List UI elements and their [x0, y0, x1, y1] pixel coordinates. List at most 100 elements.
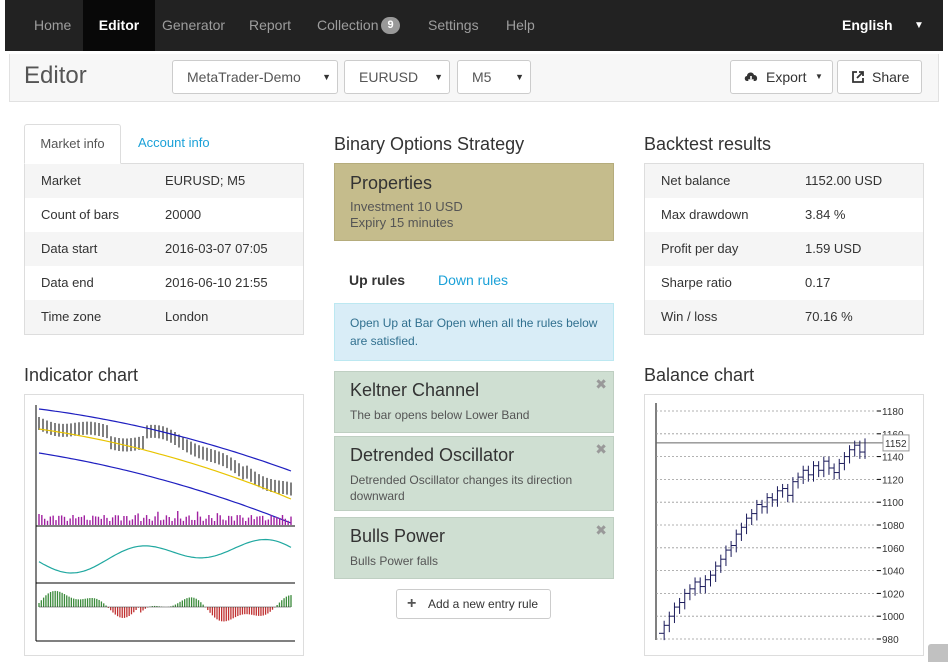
row-value: 2016-06-10 21:55	[165, 275, 268, 290]
rule-card-keltner-channel[interactable]: Keltner Channel The bar opens below Lowe…	[334, 371, 614, 433]
table-row: Max drawdown 3.84 %	[645, 198, 923, 232]
row-value: 20000	[165, 207, 202, 222]
row-value: 2016-03-07 07:05	[165, 241, 268, 256]
rule-card-bulls-power[interactable]: Bulls Power Bulls Power falls ✖	[334, 517, 614, 579]
y-tick-label: 1040	[882, 567, 905, 578]
y-tick-label: 1100	[882, 498, 904, 509]
balance-chart-canvas: 1180116011401120110010801060104010201000…	[655, 403, 910, 646]
rule-title: Detrended Oscillator	[350, 445, 515, 465]
nav-collection-label: Collection	[317, 17, 379, 33]
plus-icon: +	[407, 595, 417, 612]
y-tick-label: 1120	[882, 475, 904, 486]
table-row: Time zone London	[25, 300, 303, 334]
nav-settings[interactable]: Settings	[428, 0, 479, 51]
row-value: 3.84 %	[805, 207, 846, 222]
row-value: 1.59 USD	[805, 241, 862, 256]
row-key: Sharpe ratio	[661, 275, 732, 290]
nav-collection[interactable]: Collection 9	[317, 0, 400, 51]
share-label: Share	[872, 69, 910, 85]
nav-generator[interactable]: Generator	[162, 0, 225, 51]
y-tick-label: 1000	[882, 612, 905, 623]
table-row: Data start 2016-03-07 07:05	[25, 232, 303, 266]
nav-editor[interactable]: Editor	[83, 0, 155, 51]
tab-market-info[interactable]: Market info	[24, 124, 121, 164]
tab-up-rules[interactable]: Up rules	[349, 272, 405, 288]
nav-help[interactable]: Help	[506, 0, 535, 51]
add-entry-rule-label: Add a new entry rule	[428, 597, 539, 611]
period-select-value: M5	[472, 69, 492, 85]
row-value: EURUSD; M5	[165, 173, 246, 188]
share-icon	[852, 71, 864, 83]
collection-count-badge: 9	[381, 16, 400, 34]
rule-title: Keltner Channel	[350, 380, 480, 400]
row-value: 1152.00 USD	[805, 173, 883, 188]
table-row: Data end 2016-06-10 21:55	[25, 266, 303, 300]
rule-description: Detrended Oscillator changes its directi…	[350, 473, 573, 503]
share-button[interactable]: Share	[837, 60, 922, 94]
row-value: London	[165, 309, 209, 324]
period-select[interactable]: M5 ▼	[457, 60, 531, 94]
y-tick-label: 1060	[882, 544, 905, 555]
chevron-down-icon: ▼	[434, 72, 443, 82]
balance-gridlines	[656, 410, 877, 640]
balance-series	[659, 438, 866, 641]
row-key: Profit per day	[661, 241, 739, 256]
y-tick-label: 1080	[882, 521, 905, 532]
indicator-chart[interactable]	[24, 394, 304, 656]
language-selector[interactable]: English	[842, 0, 893, 51]
chevron-down-icon[interactable]: ▼	[914, 0, 924, 51]
row-key: Max drawdown	[661, 207, 749, 222]
close-icon[interactable]: ✖	[595, 522, 607, 539]
table-row: Win / loss 70.16 %	[645, 300, 923, 334]
row-value: 0.17	[805, 275, 831, 290]
rule-title: Bulls Power	[350, 526, 446, 546]
expiry-text: Expiry 15 minutes	[350, 215, 454, 230]
lower-band-line	[38, 452, 292, 524]
table-row: Profit per day 1.59 USD	[645, 232, 923, 266]
server-select[interactable]: MetaTrader-Demo ▼	[172, 60, 338, 94]
properties-panel[interactable]: Properties Investment 10 USD Expiry 15 m…	[334, 163, 614, 241]
table-row: Sharpe ratio 0.17	[645, 266, 923, 300]
scroll-to-top-handle[interactable]	[928, 644, 948, 662]
y-tick-label: 980	[882, 635, 899, 646]
chevron-down-icon: ▼	[322, 72, 331, 82]
close-icon[interactable]: ✖	[595, 376, 607, 393]
row-key: Win / loss	[661, 309, 718, 324]
upper-band-line	[38, 408, 292, 472]
row-key: Time zone	[41, 309, 102, 324]
table-row: Market EURUSD; M5	[25, 164, 303, 198]
rule-card-detrended-oscillator[interactable]: Detrended Oscillator Detrended Oscillato…	[334, 436, 614, 511]
row-value: 70.16 %	[805, 309, 853, 324]
row-key: Data start	[41, 241, 98, 256]
balance-chart[interactable]: 1180116011401120110010801060104010201000…	[644, 394, 924, 656]
symbol-select[interactable]: EURUSD ▼	[344, 60, 450, 94]
middle-band-line	[38, 428, 292, 500]
export-label: Export	[766, 69, 807, 85]
backtest-results-table: Net balance 1152.00 USD Max drawdown 3.84 …	[644, 163, 924, 335]
balance-chart-title: Balance chart	[644, 365, 755, 385]
properties-title: Properties	[350, 173, 433, 193]
row-key: Data end	[41, 275, 94, 290]
rule-description: Bulls Power falls	[350, 554, 439, 568]
page-title: Editor	[24, 62, 87, 89]
tab-account-info[interactable]: Account info	[138, 124, 210, 164]
server-select-value: MetaTrader-Demo	[187, 69, 301, 85]
backtest-title: Backtest results	[644, 134, 772, 154]
close-icon[interactable]: ✖	[595, 441, 607, 458]
volume-bars	[38, 511, 292, 525]
row-key: Market	[41, 173, 81, 188]
cloud-download-icon	[744, 72, 758, 84]
current-balance-label: 1152	[885, 439, 907, 450]
table-row: Count of bars 20000	[25, 198, 303, 232]
bulls-power-histogram	[38, 590, 292, 622]
nav-report[interactable]: Report	[249, 0, 291, 51]
export-button[interactable]: Export ▼	[730, 60, 833, 94]
nav-home[interactable]: Home	[34, 0, 71, 51]
tab-down-rules[interactable]: Down rules	[438, 272, 508, 288]
top-navbar: Home Editor Generator Report Collection 9…	[5, 0, 943, 51]
symbol-select-value: EURUSD	[359, 69, 419, 85]
indicator-chart-title: Indicator chart	[24, 365, 139, 385]
investment-text: Investment 10 USD	[350, 199, 463, 214]
add-entry-rule-button[interactable]: + Add a new entry rule	[396, 589, 551, 619]
strategy-title: Binary Options Strategy	[334, 134, 525, 154]
